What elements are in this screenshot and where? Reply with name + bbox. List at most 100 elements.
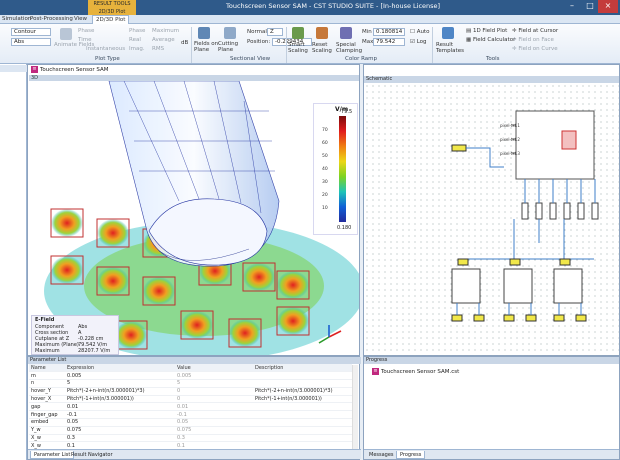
maximum-option[interactable]: Maximum (152, 28, 179, 34)
auto-checkbox[interactable]: ☐ Auto (410, 29, 429, 35)
param-expression[interactable]: 5 (65, 379, 175, 388)
smart-scaling-icon (292, 27, 304, 39)
min-label: Min (362, 29, 372, 35)
param-description[interactable] (253, 410, 352, 420)
navigation-tree-panel[interactable] (0, 64, 27, 460)
progress-item-label: Touchscreen Sensor SAM.cst (381, 369, 460, 375)
param-description[interactable] (253, 379, 352, 388)
separator (191, 27, 192, 63)
schematic-panel[interactable]: Schematic pixel-tst.1 pixel-tst.2 pixel-… (363, 64, 620, 356)
param-description[interactable] (253, 434, 352, 443)
tab-2d3d-plot[interactable]: 2D/3D Plot (92, 15, 130, 24)
table-row[interactable]: finger_gap -0.1 -0.1 (29, 410, 352, 420)
cutting-plane-button[interactable]: Cutting Plane (218, 41, 244, 53)
param-value: 0.3 (175, 434, 253, 443)
instantaneous-option[interactable]: Instantaneous (86, 46, 125, 52)
field-1d-plot-button[interactable]: ▤ 1D Field Plot (466, 28, 507, 34)
param-description[interactable]: Pitch*(-1+int(n/3.000001)) (253, 395, 352, 404)
param-expression[interactable]: 0.01 (65, 402, 175, 412)
table-header-row: Name Expression Value Description (29, 364, 352, 373)
param-description[interactable] (253, 418, 352, 427)
real-option[interactable]: Real (129, 37, 141, 43)
probe-label: pixel-tst.1 (500, 123, 520, 128)
db-toggle[interactable]: dB (181, 40, 188, 46)
progress-panel[interactable]: Progress ≡ Touchscreen Sensor SAM.cst Mes… (363, 356, 620, 460)
tab-simulation[interactable]: Simulation (2, 16, 31, 22)
field-on-face-button[interactable]: ✛ Field on Face (512, 37, 554, 43)
animate-icon (60, 28, 72, 40)
result-templates-button[interactable]: Result Templates (436, 42, 464, 54)
table-row[interactable]: m 0.005 0.005 (29, 371, 352, 381)
param-description[interactable] (253, 426, 352, 435)
table-row[interactable]: embed 0.05 0.05 (29, 418, 352, 427)
parameter-list-panel[interactable]: Parameter List Name Expression Value Des… (27, 356, 361, 460)
average-option[interactable]: Average (152, 37, 175, 43)
min-input[interactable]: 0.180814 (373, 28, 405, 36)
smart-scaling-button[interactable]: Smart Scaling (288, 42, 310, 54)
view-3d-tab-label: Touchscreen Sensor SAM (40, 67, 109, 73)
field-at-cursor-button[interactable]: ✛ Field at Cursor (512, 28, 558, 34)
fields-on-plane-button[interactable]: Fields on Plane (194, 41, 220, 53)
column-header[interactable]: Value (175, 364, 253, 373)
context-tab-result-tools[interactable]: RESULT TOOLS 2D/3D Plot (88, 0, 136, 15)
table-row[interactable]: Y_w 0.075 0.075 (29, 426, 352, 435)
tab-post-processing[interactable]: Post-Processing (30, 16, 73, 22)
table-row[interactable]: X_w 0.3 0.3 (29, 434, 352, 443)
log-checkbox[interactable]: ☑ Log (410, 39, 427, 45)
param-description[interactable] (253, 402, 352, 412)
reset-scaling-button[interactable]: Reset Scaling (312, 42, 334, 54)
column-header[interactable]: Name (29, 364, 65, 373)
max-input[interactable]: 79.542 (373, 38, 405, 46)
plot-mode-select[interactable]: Contour (11, 28, 51, 36)
table-row[interactable]: n55 (29, 379, 352, 388)
view-3d-panel[interactable]: ≡ Touchscreen Sensor SAM 3D V/m 79.5 70 … (27, 64, 360, 356)
probe-label: pixel-tst.2 (500, 137, 520, 142)
param-description[interactable]: Pitch*(-2+n-int(n/3.000001)*3) (253, 387, 352, 396)
param-expression[interactable]: Pitch*(-2+n-int(n/3.000001)*3) (65, 387, 175, 396)
rms-option[interactable]: RMS (152, 46, 164, 52)
field-calculator-button[interactable]: ▦ Field Calculator (466, 37, 515, 43)
param-expression[interactable]: 0.05 (65, 418, 175, 427)
parameter-list-scrollbar[interactable] (352, 365, 358, 449)
param-description[interactable] (253, 371, 352, 381)
field-on-curve-button[interactable]: ✛ Field on Curve (512, 46, 558, 52)
param-expression[interactable]: Pitch*(-1+int(n/3.000001)) (65, 395, 175, 404)
field-on-curve-label: Field on Curve (518, 46, 558, 52)
schematic-tab[interactable]: Schematic (364, 76, 619, 83)
param-expression[interactable]: -0.1 (65, 410, 175, 420)
phase-option[interactable]: Phase (129, 28, 145, 34)
bottom-tabs-left: Parameter List Result Navigator (28, 449, 361, 459)
param-expression[interactable]: 0.3 (65, 434, 175, 443)
param-expression[interactable]: 0.075 (65, 426, 175, 435)
field-plot-canvas[interactable]: V/m 79.5 70 60 50 40 30 20 10 0.180 E-Fi… (29, 81, 359, 355)
plot-component-select[interactable]: Abs (11, 38, 51, 46)
progress-item[interactable]: ≡ Touchscreen Sensor SAM.cst (372, 368, 459, 375)
tab-progress[interactable]: Progress (396, 451, 426, 459)
navigation-tree-header (0, 65, 27, 72)
table-row[interactable]: hover_Y Pitch*(-2+n-int(n/3.000001)*3) 0 Pi… (29, 387, 352, 396)
param-name: gap (29, 402, 65, 412)
schematic-canvas[interactable]: pixel-tst.1 pixel-tst.2 pixel-tst.3 (364, 83, 619, 356)
close-icon[interactable]: × (598, 0, 618, 13)
max-label: Max (362, 39, 374, 45)
tab-view[interactable]: View (74, 16, 87, 22)
view-3d-tab[interactable]: ≡ Touchscreen Sensor SAM (28, 65, 112, 75)
normal-select[interactable]: Z (267, 28, 283, 36)
table-row[interactable]: hover_X Pitch*(-1+int(n/3.000001)) 0 Pitch*… (29, 395, 352, 404)
auto-label: Auto (416, 29, 430, 35)
maximize-icon[interactable]: □ (580, 0, 600, 13)
imag-option[interactable]: Imag. (129, 46, 145, 52)
column-header[interactable]: Description (253, 364, 352, 373)
special-clamping-button[interactable]: Special Clamping (336, 42, 362, 54)
tab-result-navigator[interactable]: Result Navigator (68, 451, 116, 459)
legend-tick: 30 (322, 180, 328, 185)
param-expression[interactable]: 0.005 (65, 371, 175, 381)
tab-messages[interactable]: Messages (366, 451, 397, 459)
group-label-sectional-view: Sectional View (230, 56, 271, 62)
table-row[interactable]: gap 0.01 0.01 (29, 402, 352, 412)
minimize-icon[interactable]: – (562, 0, 582, 13)
field-at-cursor-label: Field at Cursor (518, 28, 559, 34)
legend-tick: 70 (322, 128, 328, 133)
field-on-face-label: Field on Face (518, 37, 554, 43)
column-header[interactable]: Expression (65, 364, 175, 373)
